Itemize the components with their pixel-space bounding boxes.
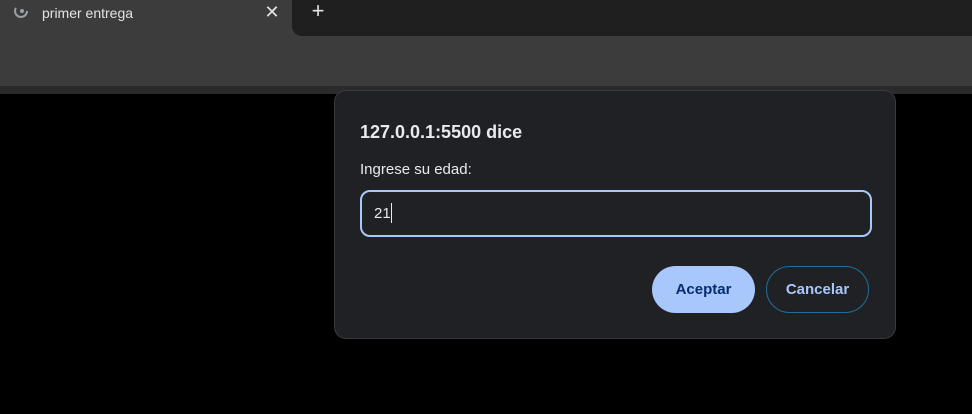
cancel-button[interactable]: Cancelar — [766, 266, 869, 313]
new-tab-icon[interactable]: + — [306, 0, 330, 24]
close-icon[interactable]: ✕ — [262, 2, 282, 22]
browser-toolbar — [0, 36, 972, 86]
tab-primer-entrega[interactable]: primer entrega ✕ — [0, 0, 302, 36]
dialog-title: 127.0.0.1:5500 dice — [360, 122, 523, 142]
prompt-dialog: 127.0.0.1:5500 dice Ingrese su edad: Ace… — [334, 90, 896, 339]
accept-button[interactable]: Aceptar — [652, 266, 755, 313]
loading-spinner-icon — [12, 2, 30, 20]
text-caret — [391, 203, 392, 223]
tab-strip: primer entrega ✕ + — [0, 0, 972, 36]
dialog-message: Ingrese su edad: — [360, 161, 472, 178]
tab-title: primer entrega — [42, 5, 134, 21]
age-input[interactable] — [360, 190, 872, 237]
